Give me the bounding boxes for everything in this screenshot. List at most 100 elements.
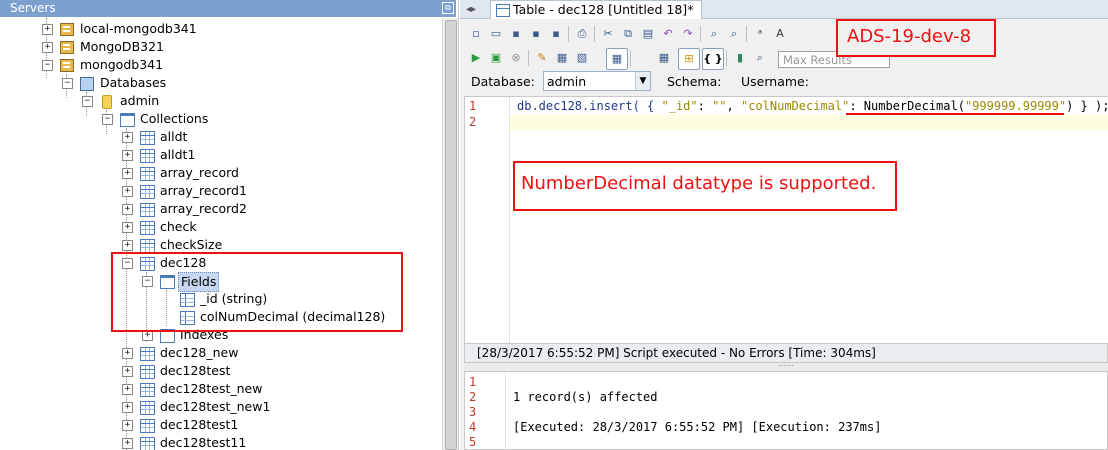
history-icon[interactable]: ▦ (554, 50, 570, 66)
results-splitter[interactable]: ⋯⋯ (464, 362, 1108, 371)
query-editor-panel: ◂▸ Table - dec128 [Untitled 18]* ▫ ▭ ▪ ▪… (460, 0, 1108, 450)
query-analyzer-icon[interactable]: ⌕ (752, 50, 768, 66)
expand-icon[interactable]: + (42, 42, 53, 53)
code-token: , (726, 99, 741, 113)
expand-icon[interactable]: + (122, 150, 133, 161)
servers-panel: Servers ⧉ + local-mongodb341 + MongoDB32… (0, 0, 459, 450)
json-results-icon[interactable]: { } (702, 48, 724, 70)
servers-title-label: Servers (10, 1, 56, 15)
current-line-highlight (510, 115, 1108, 131)
execution-status: [28/3/2017 6:55:52 PM] Script executed -… (464, 343, 1108, 363)
open-icon[interactable]: ▭ (488, 26, 504, 42)
editor-tab[interactable]: Table - dec128 [Untitled 18]* (490, 0, 703, 19)
table-icon (140, 347, 155, 361)
tree-results-icon[interactable]: ⊞ (678, 48, 700, 70)
annotation-tag-box: ADS-19-dev-8 (836, 19, 996, 57)
server-tree: + local-mongodb341 + MongoDB321 − mongod… (0, 18, 442, 450)
annotation-note-box: NumberDecimal datatype is supported. (513, 161, 897, 211)
expand-icon[interactable]: + (122, 132, 133, 143)
database-icon (102, 95, 112, 109)
export-icon[interactable]: ▮ (732, 50, 748, 66)
collapse-icon[interactable]: − (82, 96, 93, 107)
grid-results-icon[interactable]: ▦ (606, 48, 628, 70)
font-larger-icon[interactable]: ᵃ (752, 26, 768, 42)
cut-icon[interactable]: ✂ (600, 26, 616, 42)
line-number: 5 (469, 435, 477, 449)
server-icon (60, 59, 74, 72)
grid-results-icon[interactable]: ▦ (656, 50, 672, 66)
database-label: Database: (471, 74, 535, 89)
chevron-down-icon[interactable]: ▼ (635, 72, 650, 90)
expand-icon[interactable]: + (122, 402, 133, 413)
table-icon (140, 365, 155, 379)
result-line: [Executed: 28/3/2017 6:55:52 PM] [Execut… (513, 420, 882, 434)
undo-icon[interactable]: ↶ (660, 26, 676, 42)
tree-item-label: Databases (100, 75, 167, 90)
paste-icon[interactable]: ▤ (640, 26, 656, 42)
collapse-icon[interactable]: − (42, 60, 53, 71)
print-icon[interactable]: ⎙ (574, 26, 590, 42)
code-editor[interactable]: 1 2 db.dec128.insert( { "_id": "", "colN… (464, 96, 1108, 344)
tree-item-label: alldt (160, 129, 188, 144)
redo-icon[interactable]: ↷ (680, 26, 696, 42)
expand-icon[interactable]: + (42, 24, 53, 35)
tree-item-label: dec128test_new (160, 381, 263, 396)
save-icon[interactable]: ▪ (508, 26, 524, 42)
explain-icon[interactable]: ✎ (534, 50, 550, 66)
expand-icon[interactable]: + (122, 240, 133, 251)
tree-item-label: mongodb341 (80, 57, 164, 72)
line-number: 1 (469, 375, 477, 389)
expand-icon[interactable]: + (122, 384, 133, 395)
servers-panel-title: Servers ⧉ (0, 0, 456, 17)
tree-item-label: dec128test1 (160, 417, 239, 432)
results-pane: 1 2 3 4 5 1 record(s) affected [Executed… (464, 371, 1108, 450)
expand-icon[interactable]: + (122, 438, 133, 449)
execute-icon[interactable]: ▶ (468, 50, 484, 66)
tree-item-label: dec128test (160, 363, 231, 378)
table-icon (140, 437, 155, 450)
code-token: ) } ); (1066, 99, 1108, 113)
expand-icon[interactable]: + (122, 168, 133, 179)
expand-icon[interactable]: + (122, 420, 133, 431)
table-icon (140, 149, 155, 163)
expand-icon[interactable]: + (122, 348, 133, 359)
tree-item-label: check (160, 219, 197, 234)
history-icon[interactable]: ▧ (574, 50, 590, 66)
tree-item-label: local-mongodb341 (80, 21, 197, 36)
copy-icon[interactable]: ⧉ (620, 26, 636, 42)
collapse-icon[interactable]: − (102, 114, 113, 125)
font-smaller-icon[interactable]: A (772, 26, 788, 42)
tree-item-label: admin (120, 93, 160, 108)
stop-icon[interactable]: ⊗ (508, 50, 524, 66)
code-token: db.dec128.insert( { (517, 99, 662, 113)
find-icon[interactable]: ⌕ (706, 26, 722, 42)
table-icon (140, 401, 155, 415)
editor-tab-title: Table - dec128 [Untitled 18]* (513, 2, 694, 17)
expand-icon[interactable]: + (122, 222, 133, 233)
database-select[interactable]: admin ▼ (543, 71, 651, 91)
collapse-icon[interactable]: − (62, 78, 73, 89)
save-as-icon[interactable]: ▪ (528, 26, 544, 42)
tab-scroll-arrows-icon[interactable]: ◂▸ (466, 4, 476, 15)
save-all-icon[interactable]: ▪ (548, 26, 564, 42)
new-icon[interactable]: ▫ (468, 26, 484, 42)
execute-current-icon[interactable]: ▣ (488, 50, 504, 66)
code-token: : NumberDecimal( (849, 99, 965, 113)
table-icon (140, 383, 155, 397)
scrollbar-thumb[interactable] (445, 20, 457, 450)
expand-icon[interactable]: + (122, 366, 133, 377)
server-icon (60, 41, 74, 54)
tree-scrollbar[interactable] (442, 18, 458, 450)
line-number: 2 (469, 390, 477, 404)
tree-item-label: alldt1 (160, 147, 196, 162)
server-icon (60, 23, 74, 36)
replace-icon[interactable]: ⌕ (726, 26, 742, 42)
restore-panel-icon[interactable]: ⧉ (442, 2, 454, 14)
expand-icon[interactable]: + (122, 204, 133, 215)
tree-item-label: array_record (160, 165, 239, 180)
code-token: "" (712, 99, 727, 113)
expand-icon[interactable]: + (122, 186, 133, 197)
databases-icon (80, 77, 94, 91)
table-icon (496, 4, 510, 17)
table-icon (140, 203, 155, 217)
